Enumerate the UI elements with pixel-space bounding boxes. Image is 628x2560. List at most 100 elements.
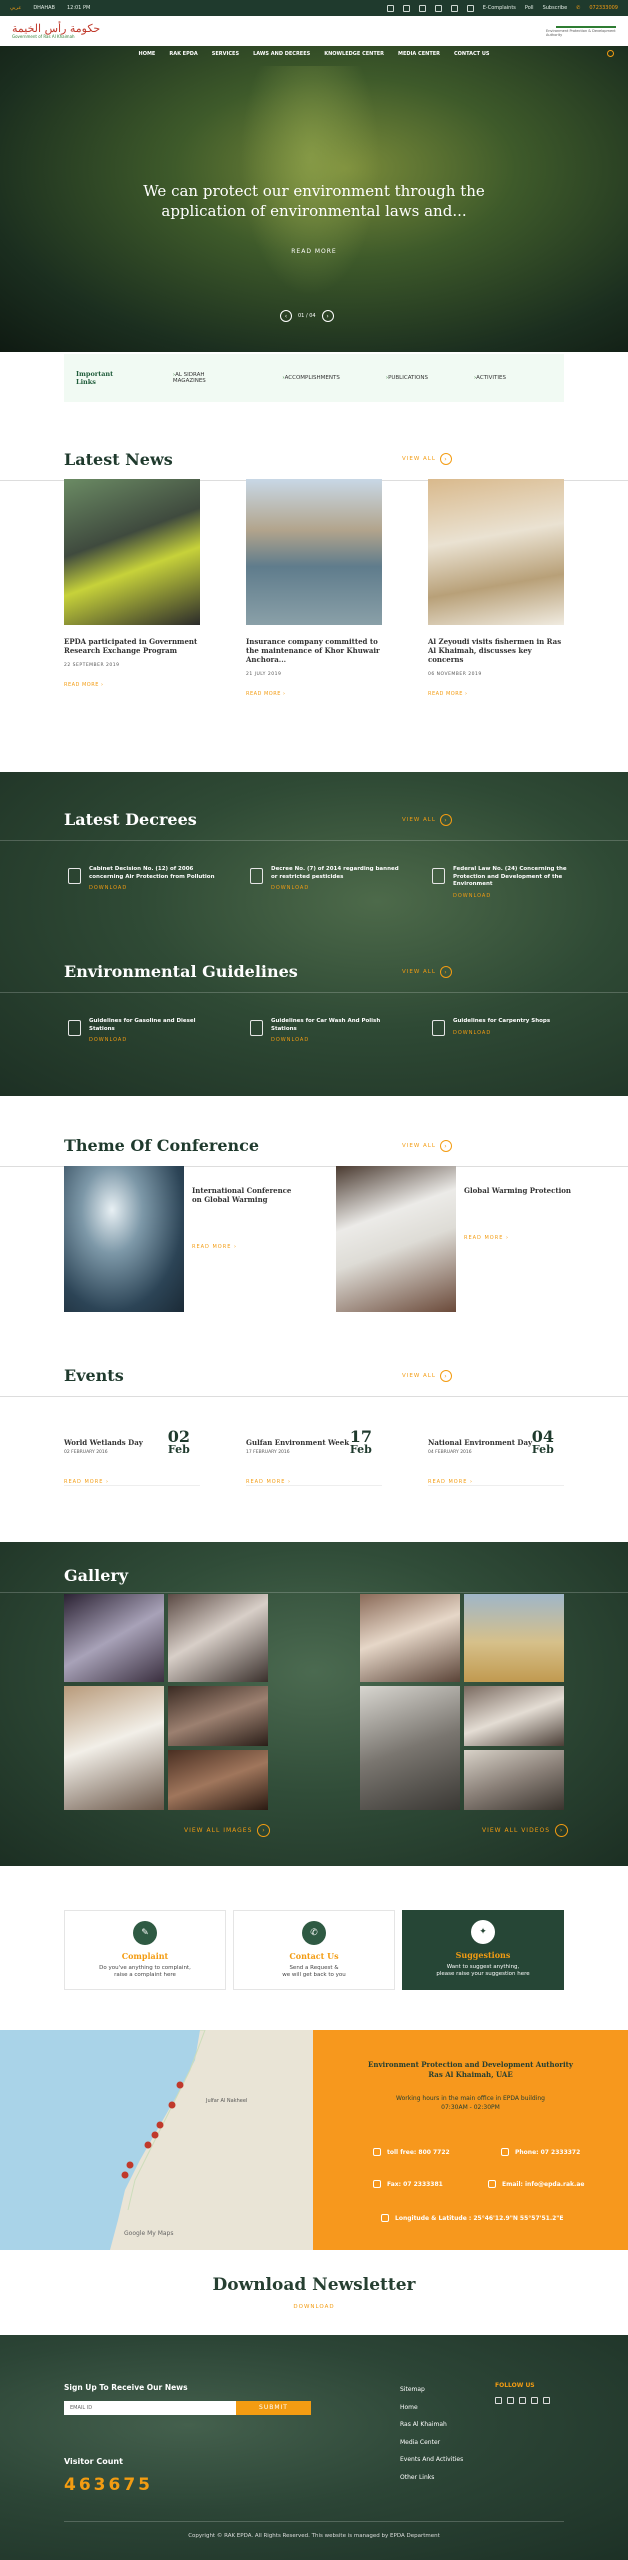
conference-read-more[interactable]: READ MORE › xyxy=(192,1244,302,1250)
nav-home[interactable]: HOME xyxy=(139,51,156,57)
events-view-all-button[interactable]: VIEW ALL › xyxy=(402,1370,452,1382)
view-all-images-button[interactable]: VIEW ALL IMAGES › xyxy=(184,1824,271,1837)
epda-logo[interactable]: Environment Protection & Development Aut… xyxy=(546,21,616,41)
nav-contact[interactable]: CONTACT US xyxy=(454,51,489,57)
news-read-more[interactable]: READ MORE › xyxy=(246,691,382,697)
youtube-icon[interactable] xyxy=(531,2397,538,2404)
twitter-icon[interactable] xyxy=(466,4,474,12)
nav-laws[interactable]: LAWS AND DECREES xyxy=(253,51,310,57)
conference-item-title[interactable]: International Conference on Global Warmi… xyxy=(192,1186,302,1204)
news-image[interactable] xyxy=(64,479,200,625)
news-image[interactable] xyxy=(428,479,564,625)
sitemap-icon[interactable] xyxy=(386,4,394,12)
download-link[interactable]: DOWNLOAD xyxy=(453,893,582,901)
ecomplaints-link[interactable]: E-Complaints xyxy=(483,5,516,11)
link-al-sidrah[interactable]: AL SIDRAH MAGAZINES xyxy=(173,372,237,384)
subscribe-link[interactable]: Subscribe xyxy=(543,5,568,11)
gallery-image[interactable] xyxy=(64,1686,164,1810)
complaint-card[interactable]: ✎ Complaint Do you've anything to compla… xyxy=(64,1910,226,1990)
guideline-item[interactable]: Guidelines for Car Wash And Polish Stati… xyxy=(250,1018,400,1045)
gallery-image[interactable] xyxy=(168,1750,268,1810)
footer-link-home[interactable]: Home xyxy=(400,2399,463,2417)
news-image[interactable] xyxy=(246,479,382,625)
email-input[interactable]: EMAIL ID xyxy=(64,2401,236,2415)
footer-link-rak[interactable]: Ras Al Khaimah xyxy=(400,2416,463,2434)
news-read-more[interactable]: READ MORE › xyxy=(64,682,200,688)
event-item[interactable]: Gulfan Environment Week 17 FEBRUARY 2016… xyxy=(246,1429,382,1486)
contact-us-card[interactable]: ✆ Contact Us Send a Request & we will get… xyxy=(233,1910,395,1990)
gallery-image[interactable] xyxy=(168,1686,268,1746)
gallery-image[interactable] xyxy=(464,1750,564,1810)
conference-item[interactable]: International Conference on Global Warmi… xyxy=(64,1166,302,1312)
phone-row[interactable]: Phone: 07 2333372 xyxy=(501,2148,580,2156)
news-title[interactable]: Al Zeyoudi visits fishermen in Ras Al Kh… xyxy=(428,637,564,664)
guideline-title[interactable]: Guidelines for Gasoline and Diesel Stati… xyxy=(89,1018,218,1033)
nav-services[interactable]: SERVICES xyxy=(212,51,239,57)
footer-link-other[interactable]: Other Links xyxy=(400,2469,463,2487)
view-all-videos-button[interactable]: VIEW ALL VIDEOS › xyxy=(482,1824,569,1837)
download-link[interactable]: DOWNLOAD xyxy=(89,1037,218,1045)
decrees-view-all-button[interactable]: VIEW ALL › xyxy=(402,814,452,826)
decree-title[interactable]: Decree No. (7) of 2014 regarding banned … xyxy=(271,866,400,881)
nav-media[interactable]: MEDIA CENTER xyxy=(398,51,440,57)
download-link[interactable]: DOWNLOAD xyxy=(271,1037,400,1045)
decree-item[interactable]: Decree No. (7) of 2014 regarding banned … xyxy=(250,866,400,893)
conference-read-more[interactable]: READ MORE › xyxy=(464,1235,574,1241)
news-card[interactable]: EPDA participated in Government Research… xyxy=(64,479,200,688)
event-item[interactable]: World Wetlands Day 02 FEBRUARY 2016 02 Fe… xyxy=(64,1429,200,1486)
gallery-image[interactable] xyxy=(168,1594,268,1682)
sitemap-icon[interactable] xyxy=(495,2397,502,2404)
download-link[interactable]: DOWNLOAD xyxy=(89,885,218,893)
footer-link-media[interactable]: Media Center xyxy=(400,2434,463,2452)
gallery-image[interactable] xyxy=(360,1686,460,1810)
newsletter-download-link[interactable]: DOWNLOAD xyxy=(0,2304,628,2310)
poll-link[interactable]: Poll xyxy=(525,5,534,11)
news-title[interactable]: Insurance company committed to the maint… xyxy=(246,637,382,664)
conference-image[interactable] xyxy=(64,1166,184,1312)
guidelines-view-all-button[interactable]: VIEW ALL › xyxy=(402,966,452,978)
event-read-more[interactable]: READ MORE › xyxy=(246,1479,382,1485)
news-view-all-button[interactable]: VIEW ALL › xyxy=(402,453,452,465)
link-activities[interactable]: ACTIVITIES xyxy=(474,375,506,381)
gallery-image[interactable] xyxy=(64,1594,164,1682)
conference-item-title[interactable]: Global Warming Protection xyxy=(464,1186,574,1195)
guideline-title[interactable]: Guidelines for Car Wash And Polish Stati… xyxy=(271,1018,400,1033)
nav-knowledge[interactable]: KNOWLEDGE CENTER xyxy=(324,51,384,57)
event-item[interactable]: National Environment Day 04 FEBRUARY 201… xyxy=(428,1429,564,1486)
event-read-more[interactable]: READ MORE › xyxy=(64,1479,200,1485)
government-logo[interactable]: حكومة رأس الخيمة Government of Ras Al Kh… xyxy=(12,23,100,39)
decree-title[interactable]: Federal Law No. (24) Concerning the Prot… xyxy=(453,866,582,889)
conference-image[interactable] xyxy=(336,1166,456,1312)
footer-link-sitemap[interactable]: Sitemap xyxy=(400,2381,463,2399)
guideline-item[interactable]: Guidelines for Gasoline and Diesel Stati… xyxy=(68,1018,218,1045)
location-map[interactable]: Julfar Al Nakheel Google My Maps xyxy=(0,2030,313,2250)
gallery-image[interactable] xyxy=(360,1594,460,1682)
download-link[interactable]: DOWNLOAD xyxy=(453,1030,550,1038)
news-title[interactable]: EPDA participated in Government Research… xyxy=(64,637,200,655)
decree-item[interactable]: Federal Law No. (24) Concerning the Prot… xyxy=(432,866,582,900)
link-accomplishments[interactable]: ACCOMPLISHMENTS xyxy=(282,375,340,381)
footer-link-events[interactable]: Events And Activities xyxy=(400,2451,463,2469)
twitter-icon[interactable] xyxy=(543,2397,550,2404)
news-card[interactable]: Insurance company committed to the maint… xyxy=(246,479,382,697)
instagram-icon[interactable] xyxy=(519,2397,526,2404)
conference-view-all-button[interactable]: VIEW ALL › xyxy=(402,1140,452,1152)
next-arrow-icon[interactable]: › xyxy=(321,310,334,322)
gallery-image[interactable] xyxy=(464,1686,564,1746)
tollfree-row[interactable]: toll free: 800 7722 xyxy=(373,2148,450,2156)
guideline-item[interactable]: Guidelines for Carpentry Shops DOWNLOAD xyxy=(432,1018,582,1037)
mail-icon[interactable] xyxy=(450,4,458,12)
decree-title[interactable]: Cabinet Decision No. (12) of 2006 concer… xyxy=(89,866,218,881)
event-read-more[interactable]: READ MORE › xyxy=(428,1479,564,1485)
link-publications[interactable]: PUBLICATIONS xyxy=(386,375,428,381)
nav-rak-epda[interactable]: RAK EPDA xyxy=(169,51,197,57)
submit-button[interactable]: SUBMIT xyxy=(236,2401,311,2415)
guideline-title[interactable]: Guidelines for Carpentry Shops xyxy=(453,1018,550,1026)
language-switch-link[interactable]: عربي xyxy=(10,5,21,11)
search-icon[interactable] xyxy=(607,50,614,57)
youtube-icon[interactable] xyxy=(434,4,442,12)
gallery-image[interactable] xyxy=(464,1594,564,1682)
download-link[interactable]: DOWNLOAD xyxy=(271,885,400,893)
facebook-icon[interactable] xyxy=(402,4,410,12)
hero-read-more-button[interactable]: READ MORE xyxy=(0,248,628,255)
